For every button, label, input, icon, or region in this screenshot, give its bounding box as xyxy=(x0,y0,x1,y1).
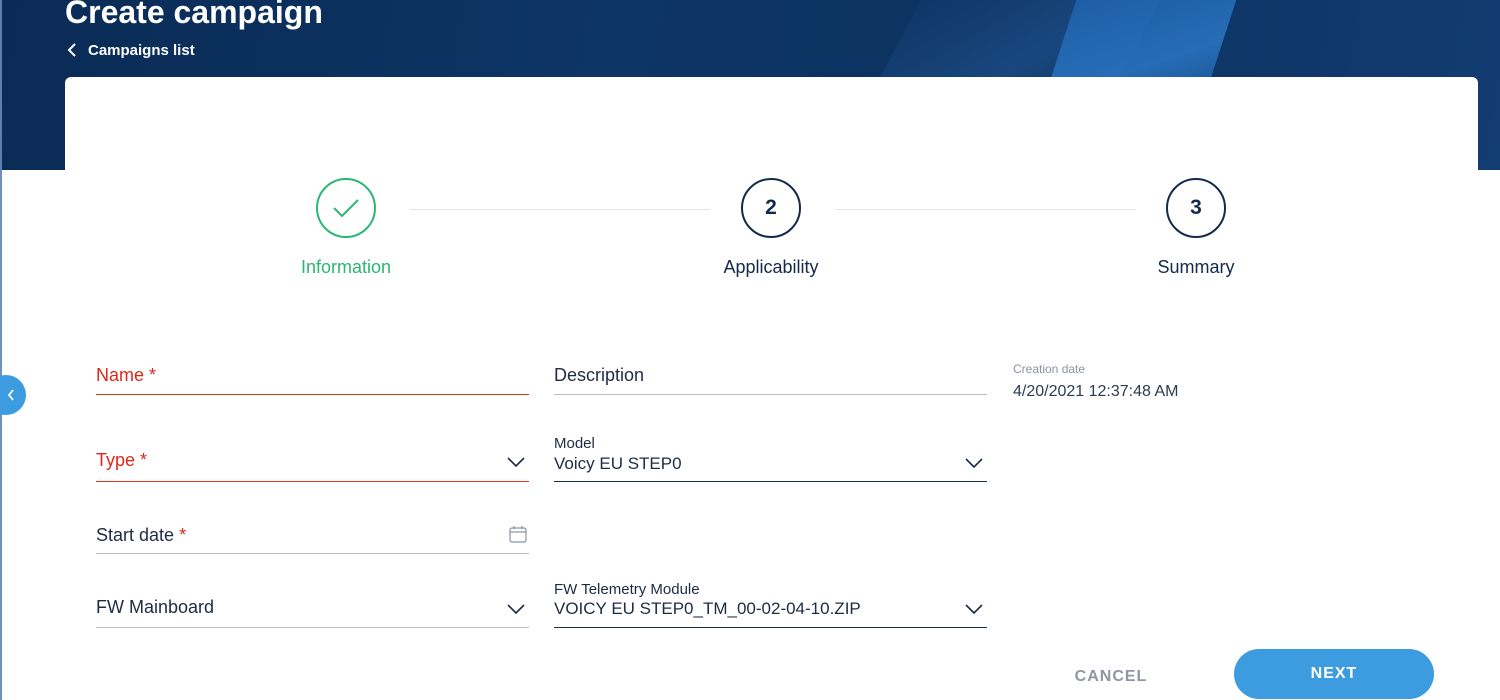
chevron-down-icon[interactable] xyxy=(965,458,983,468)
sidebar-toggle-button[interactable] xyxy=(0,375,26,415)
step-3-circle[interactable]: 3 xyxy=(1166,178,1226,238)
step-1-circle[interactable] xyxy=(316,178,376,238)
fw-telemetry-value: VOICY EU STEP0_TM_00-02-04-10.ZIP xyxy=(554,599,861,618)
required-mark: * xyxy=(140,450,148,470)
model-underline xyxy=(554,481,987,482)
fw-mainboard-select[interactable]: FW Mainboard xyxy=(96,588,529,628)
model-label: Model xyxy=(554,435,595,452)
stepper-connector xyxy=(410,209,710,210)
chevron-down-icon[interactable] xyxy=(965,604,983,614)
description-label: Description xyxy=(554,365,645,385)
step-2-label: Applicability xyxy=(723,257,819,277)
back-link-label: Campaigns list xyxy=(88,41,195,59)
fw-mainboard-underline xyxy=(96,627,529,628)
step-1-label: Information xyxy=(300,257,392,277)
cancel-button[interactable]: CANCEL xyxy=(1056,659,1166,695)
stepper-connector xyxy=(835,209,1135,210)
type-select[interactable]: Type * xyxy=(96,440,529,482)
back-to-campaigns-link[interactable]: Campaigns list xyxy=(66,40,195,60)
step-3-label: Summary xyxy=(1157,257,1235,277)
fw-telemetry-label: FW Telemetry Module xyxy=(554,581,700,598)
left-rail xyxy=(0,170,2,700)
header-edge xyxy=(0,0,2,170)
fw-mainboard-label: FW Mainboard xyxy=(96,597,215,617)
type-label: Type * xyxy=(96,450,147,471)
required-mark: * xyxy=(149,365,157,385)
creation-date-value: 4/20/2021 12:37:48 AM xyxy=(1013,383,1179,400)
next-button[interactable]: NEXT xyxy=(1234,649,1434,699)
description-field[interactable]: Description xyxy=(554,355,987,395)
type-underline xyxy=(96,481,529,482)
description-underline xyxy=(554,394,987,395)
type-label-text: Type xyxy=(96,450,136,470)
creation-date-label: Creation date xyxy=(1013,362,1086,376)
name-label-text: Name xyxy=(96,365,145,385)
page-title: Create campaign xyxy=(65,0,323,30)
step-2-circle[interactable]: 2 xyxy=(741,178,801,238)
model-value: Voicy EU STEP0 xyxy=(554,454,682,473)
model-select[interactable]: Model Voicy EU STEP0 xyxy=(554,434,987,482)
fw-telemetry-select[interactable]: FW Telemetry Module VOICY EU STEP0_TM_00… xyxy=(554,580,987,628)
name-field[interactable]: Name * xyxy=(96,355,529,395)
required-mark: * xyxy=(179,525,187,545)
name-label: Name * xyxy=(96,365,156,386)
check-icon xyxy=(333,199,359,218)
start-date-field[interactable]: Start date * xyxy=(96,515,529,554)
chevron-left-icon xyxy=(67,43,76,57)
start-date-underline xyxy=(96,553,529,554)
start-date-label: Start date * xyxy=(96,525,186,546)
chevron-down-icon[interactable] xyxy=(507,604,525,614)
chevron-left-icon xyxy=(7,389,14,401)
start-date-label-text: Start date xyxy=(96,525,175,545)
calendar-icon[interactable] xyxy=(509,525,527,543)
name-underline xyxy=(96,394,529,395)
chevron-down-icon[interactable] xyxy=(507,457,525,467)
fw-telemetry-underline xyxy=(554,627,987,628)
